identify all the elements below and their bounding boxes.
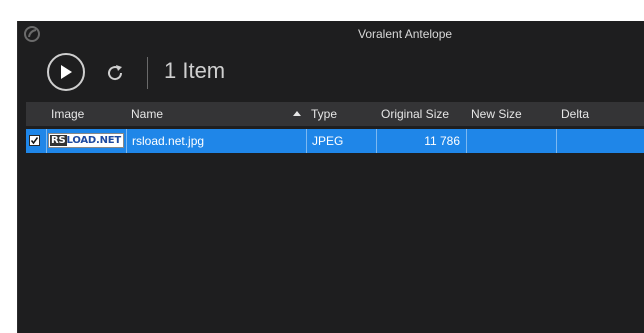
type-cell: JPEG: [306, 129, 376, 153]
optimize-play-button[interactable]: [47, 53, 85, 91]
item-count: 1 Item: [164, 58, 226, 83]
column-header-delta[interactable]: Delta: [561, 102, 589, 126]
play-icon: [61, 65, 72, 79]
toolbar-separator: [147, 57, 148, 89]
title-bar: Voralent Antelope: [18, 21, 644, 49]
column-header-name[interactable]: Name: [131, 102, 163, 126]
refresh-icon[interactable]: [103, 61, 127, 85]
column-header-image[interactable]: Image: [51, 102, 84, 126]
checkmark-icon: [30, 137, 39, 145]
toolbar: 1 Item: [18, 49, 644, 101]
column-header-type[interactable]: Type: [311, 102, 337, 126]
delta-cell: [556, 129, 644, 153]
window-title: Voralent Antelope: [358, 27, 453, 41]
original-size-cell: 11 786: [376, 129, 466, 153]
table-row[interactable]: RSLOAD.NET rsload.net.jpg JPEG 11 786: [26, 129, 644, 153]
column-header-new-size[interactable]: New Size: [471, 102, 522, 126]
image-thumbnail: RSLOAD.NET: [48, 133, 124, 148]
row-checkbox[interactable]: [29, 135, 40, 146]
new-size-cell: [466, 129, 556, 153]
column-header-original-size[interactable]: Original Size: [381, 102, 449, 126]
grid-header: Image Name Type Original Size New Size D…: [26, 102, 644, 126]
app-window: Voralent Antelope 1 Item Image Name Type…: [17, 21, 644, 333]
sort-ascending-icon: [293, 111, 301, 116]
app-logo-icon: [24, 26, 40, 42]
file-name-cell: rsload.net.jpg: [126, 129, 306, 153]
